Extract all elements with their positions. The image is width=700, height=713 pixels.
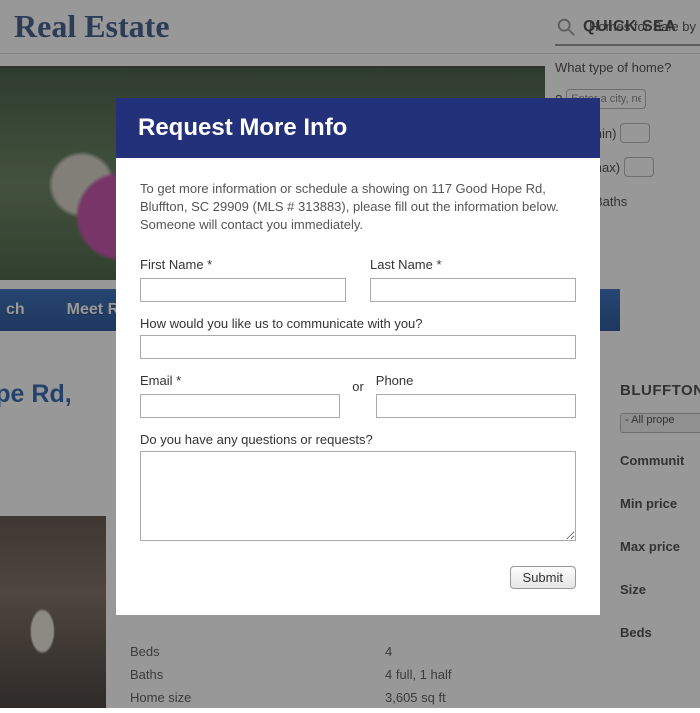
last-name-input[interactable]	[370, 278, 576, 302]
questions-label: Do you have any questions or requests?	[140, 432, 576, 447]
email-label: Email *	[140, 373, 340, 388]
first-name-label: First Name *	[140, 257, 346, 272]
request-info-modal: Request More Info To get more informatio…	[116, 98, 600, 615]
email-input[interactable]	[140, 394, 340, 418]
communicate-label: How would you like us to communicate wit…	[140, 316, 576, 331]
last-name-label: Last Name *	[370, 257, 576, 272]
communicate-input[interactable]	[140, 335, 576, 359]
or-label: or	[352, 379, 364, 418]
modal-instructions: To get more information or schedule a sh…	[140, 180, 576, 235]
modal-title: Request More Info	[116, 98, 600, 158]
phone-label: Phone	[376, 373, 576, 388]
questions-textarea[interactable]	[140, 451, 576, 541]
phone-input[interactable]	[376, 394, 576, 418]
submit-button[interactable]: Submit	[510, 566, 576, 589]
first-name-input[interactable]	[140, 278, 346, 302]
